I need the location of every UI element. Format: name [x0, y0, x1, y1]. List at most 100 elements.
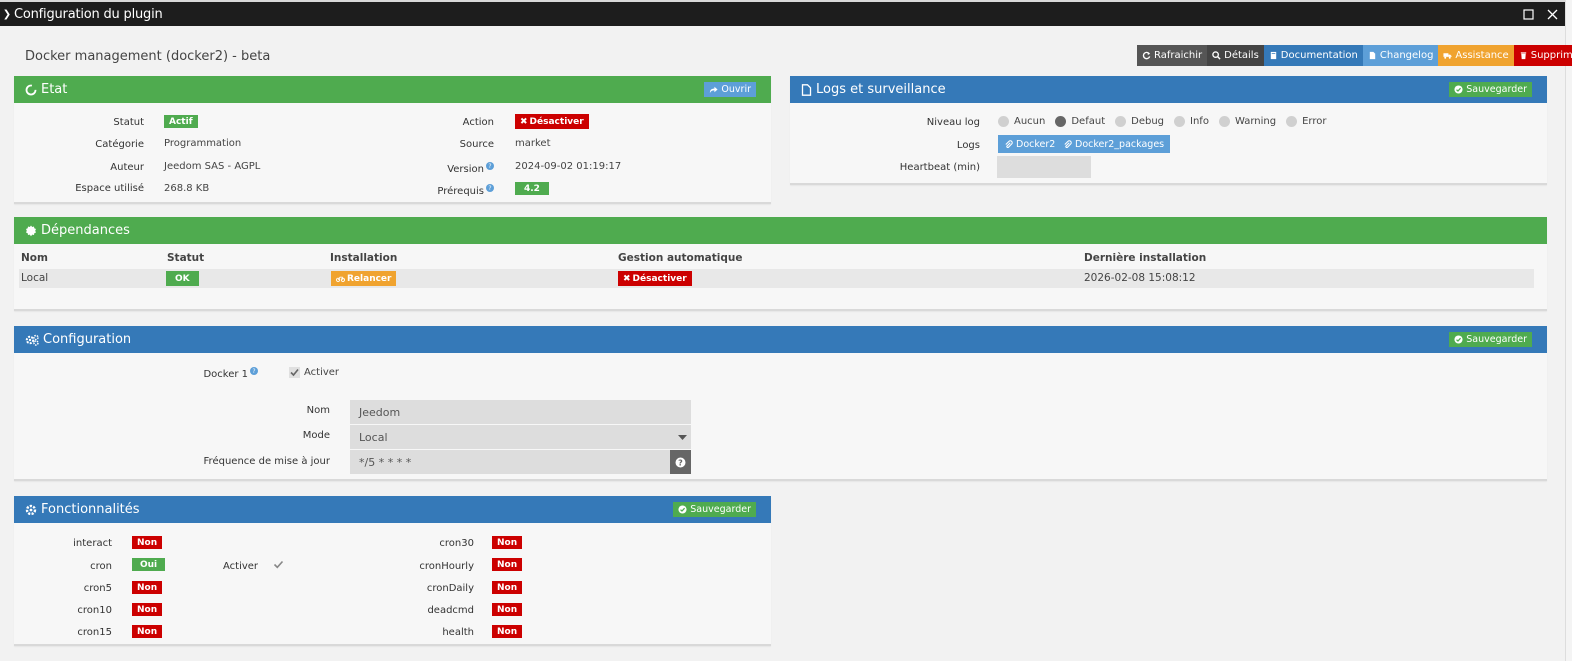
check-icon [289, 367, 300, 378]
maximize-icon [1522, 8, 1534, 20]
col-installation: Installation [330, 252, 398, 264]
trash-icon [1520, 52, 1526, 60]
log-docker2-button[interactable]: Docker2 [998, 135, 1062, 153]
log-docker2-label: Docker2 [1016, 138, 1056, 150]
logs-panel: Logs et surveillance Sauvegarder Niveau … [790, 76, 1547, 185]
changelog-button[interactable]: Changelog [1362, 45, 1439, 66]
fonctionnalites-save-button[interactable]: Sauvegarder [673, 502, 756, 517]
feature-status-badge: Oui [132, 558, 166, 571]
check-circle-icon [1454, 85, 1463, 94]
details-button[interactable]: Détails [1207, 45, 1264, 66]
radio-circle [998, 116, 1009, 127]
radio-error-label: Error [1302, 116, 1327, 127]
documentation-label: Documentation [1280, 50, 1358, 61]
help-icon[interactable]: ? [486, 184, 494, 192]
docker1-label-text: Docker 1 [203, 368, 248, 380]
radio-info[interactable]: Info [1174, 116, 1209, 127]
check-icon [273, 560, 284, 569]
cron-activer-checkbox[interactable] [273, 559, 284, 570]
radio-debug[interactable]: Debug [1115, 116, 1164, 127]
frequence-label: Fréquence de mise à jour [203, 456, 330, 467]
file-icon [801, 83, 812, 96]
certificate-icon [25, 225, 37, 237]
feature-name: cronHourly [419, 561, 474, 572]
docker1-activer-checkbox[interactable] [289, 367, 300, 378]
desactiver-button[interactable]: ✖ Désactiver [515, 114, 589, 129]
niveau-log-label: Niveau log [926, 117, 980, 128]
file-icon [1369, 51, 1376, 60]
categorie-value: Programmation [164, 138, 242, 149]
etat-title: Etat [41, 82, 68, 97]
feature-status-badge: Non [132, 625, 163, 638]
source-label: Source [459, 139, 494, 150]
log-docker2-packages-button[interactable]: Docker2_packages [1057, 135, 1171, 153]
feature-name: cron10 [77, 605, 112, 616]
radio-aucun[interactable]: Aucun [998, 116, 1045, 127]
heartbeat-input[interactable] [997, 156, 1091, 178]
share-icon [710, 86, 718, 94]
mode-select[interactable]: Local [350, 425, 691, 449]
open-button[interactable]: Ouvrir [704, 82, 756, 97]
col-nom: Nom [21, 252, 48, 264]
paperclip-icon [1005, 139, 1013, 148]
close-icon [1547, 9, 1557, 19]
feature-name: deadcmd [427, 605, 474, 616]
cron-help-button[interactable]: ? [670, 450, 691, 474]
assistance-button[interactable]: Assistance [1438, 45, 1514, 66]
search-icon [1212, 51, 1221, 60]
nom-input[interactable]: Jeedom [350, 400, 691, 424]
bicycle-icon [336, 276, 345, 282]
configuration-save-button[interactable]: Sauvegarder [1449, 332, 1532, 347]
feature-status-badge: Non [132, 536, 163, 549]
nom-label: Nom [306, 405, 330, 416]
version-label-text: Version [447, 163, 484, 175]
radio-warning[interactable]: Warning [1218, 116, 1276, 127]
log-docker2-packages-label: Docker2_packages [1075, 138, 1165, 150]
fonctionnalites-header: Fonctionnalités Sauvegarder [14, 496, 771, 523]
refresh-icon [1142, 51, 1151, 60]
fonctionnalites-title: Fonctionnalités [41, 502, 140, 517]
svg-text:?: ? [678, 458, 683, 467]
help-icon[interactable]: ? [486, 162, 494, 170]
relancer-button[interactable]: Relancer [331, 271, 397, 286]
logs-header: Logs et surveillance Sauvegarder [790, 76, 1547, 103]
dep-nom: Local [21, 272, 49, 284]
categorie-label: Catégorie [95, 139, 144, 150]
close-button[interactable] [1543, 5, 1561, 23]
radio-defaut-label: Defaut [1071, 116, 1106, 127]
window-title: Configuration du plugin [14, 6, 163, 22]
refresh-label: Rafraichir [1154, 50, 1203, 61]
fonctionnalites-save-label: Sauvegarder [690, 504, 751, 515]
feature-name: cron15 [77, 627, 112, 638]
etat-header: Etat Ouvrir [14, 76, 771, 103]
dependances-title: Dépendances [41, 223, 130, 238]
radio-defaut[interactable]: Defaut [1055, 116, 1105, 127]
refresh-button[interactable]: Rafraichir [1137, 45, 1208, 66]
espace-value: 268.8 KB [164, 183, 210, 194]
mode-label: Mode [302, 430, 330, 441]
heartbeat-label: Heartbeat (min) [899, 162, 980, 173]
configuration-header: Configuration Sauvegarder [14, 326, 1547, 353]
gestion-desactiver-button[interactable]: ✖ Désactiver [618, 271, 692, 286]
cog-icon [25, 504, 37, 516]
feature-name: interact [73, 538, 112, 549]
logs-save-button[interactable]: Sauvegarder [1449, 82, 1532, 97]
docker1-label: Docker 1? [14, 367, 258, 380]
maximize-button[interactable] [1519, 5, 1537, 23]
statut-label: Statut [113, 117, 144, 128]
action-toolbar: Rafraichir Détails Documentation Changel… [1137, 45, 1572, 66]
scrollbar[interactable] [1565, 0, 1572, 661]
feature-status-badge: Non [132, 603, 163, 616]
radio-error[interactable]: Error [1286, 116, 1326, 127]
delete-button[interactable]: Supprimer [1513, 45, 1572, 66]
frequence-input[interactable]: */5 * * * * [350, 450, 670, 474]
documentation-button[interactable]: Documentation [1263, 45, 1363, 66]
feature-status-badge: Non [492, 581, 523, 594]
help-icon[interactable]: ? [250, 367, 258, 375]
feature-name: cron [90, 561, 112, 572]
version-label: Version? [394, 162, 494, 175]
caret-down-icon [678, 431, 687, 444]
feature-name: cron30 [439, 538, 474, 549]
details-label: Détails [1224, 50, 1259, 61]
logs-save-label: Sauvegarder [1466, 84, 1527, 95]
